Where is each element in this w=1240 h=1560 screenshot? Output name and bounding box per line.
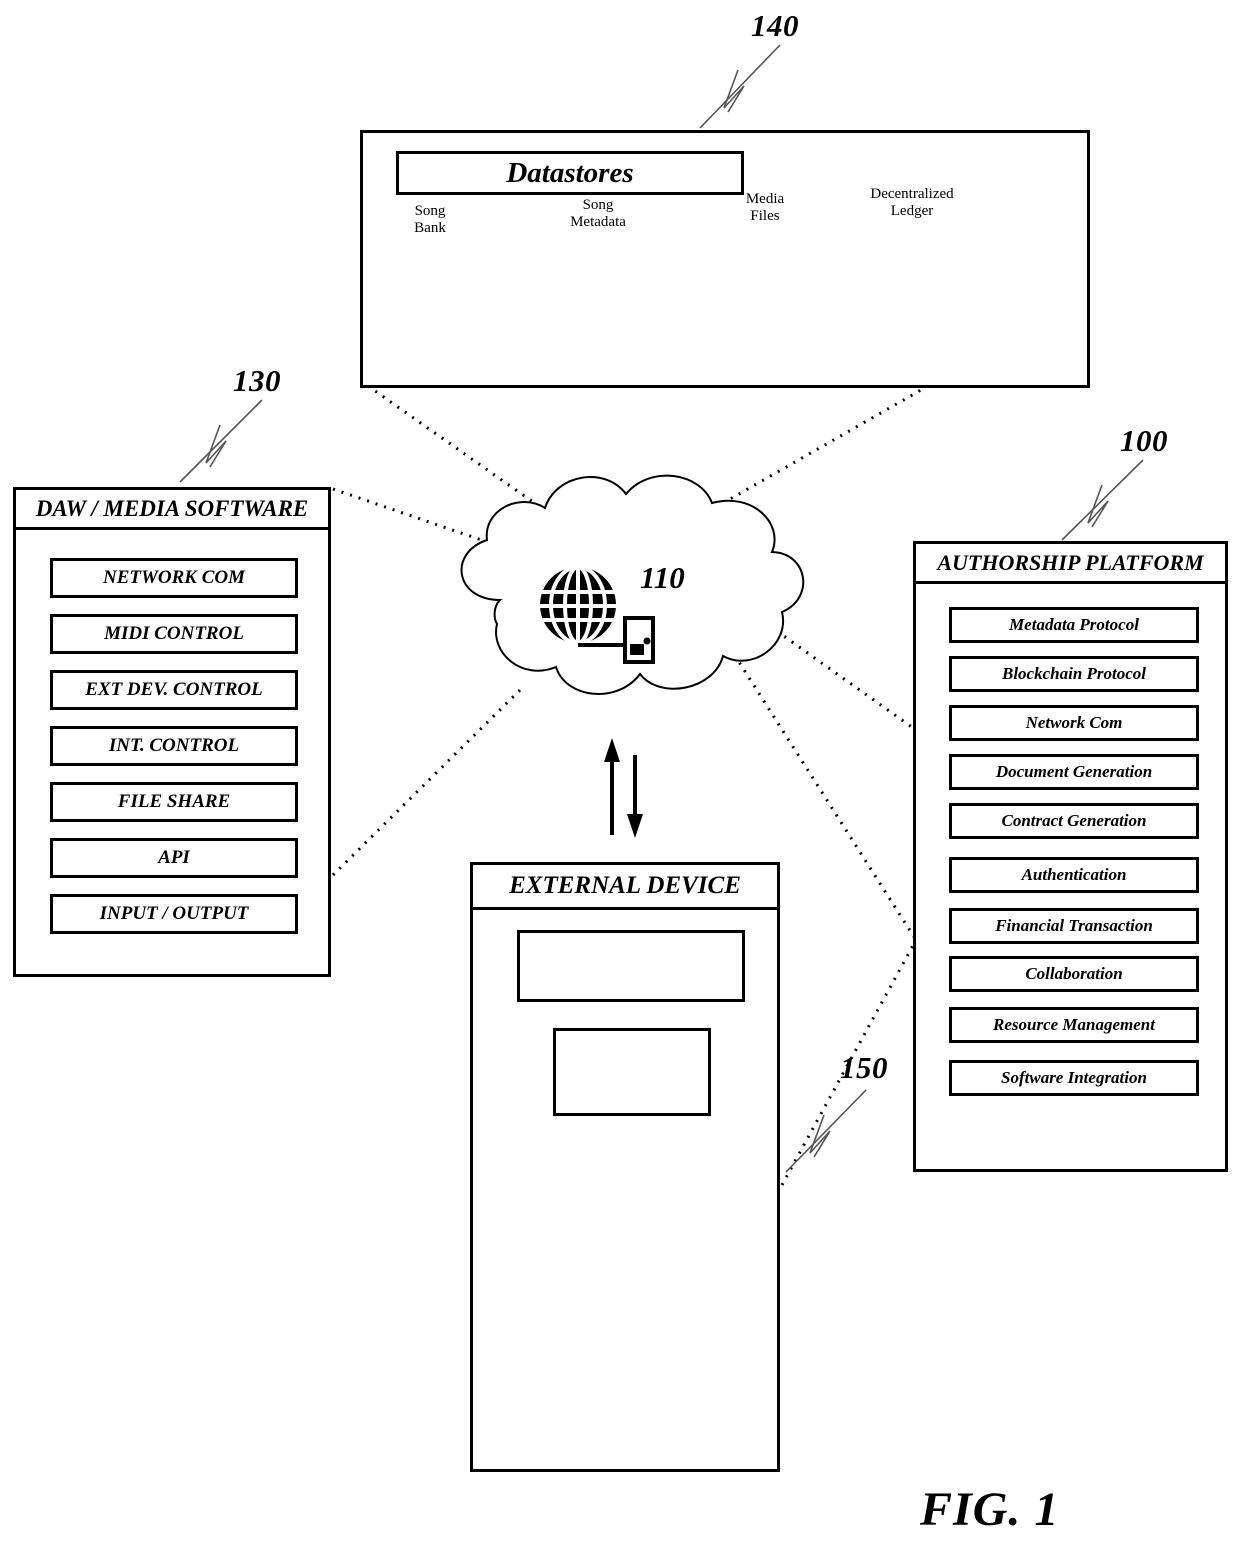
figure-caption: FIG. 1 [920,1483,1060,1536]
reference-numeral-100: 100 [1120,423,1168,458]
patent-figure-1: 140 130 100 150 110 Datastores Song Bank… [0,0,1240,1560]
globe-icon [540,565,616,645]
leader-150 [785,1089,867,1173]
external-device-panel-title: EXTERNAL DEVICE [473,865,777,910]
authorship-item-collaboration[interactable]: Collaboration [949,956,1199,992]
daw-item-ext-dev-control[interactable]: EXT DEV. CONTROL [50,670,298,710]
ds-label-line1: Song [582,197,614,213]
datastore-label-song-metadata: Song Metadata [559,197,637,231]
authorship-item-network-com[interactable]: Network Com [949,705,1199,741]
authorship-item-blockchain-protocol[interactable]: Blockchain Protocol [949,656,1199,692]
ds-label-line2: Ledger [890,203,934,219]
datastore-label-song-bank: Song Bank [400,203,460,237]
daw-item-int-control[interactable]: INT. CONTROL [50,726,298,766]
daw-item-midi-control[interactable]: MIDI CONTROL [50,614,298,654]
authorship-item-financial-transaction[interactable]: Financial Transaction [949,908,1199,944]
authorship-panel-title: AUTHORSHIP PLATFORM [916,544,1225,584]
daw-panel-title: DAW / MEDIA SOFTWARE [16,490,328,530]
connector-cloud-authorship-top [732,598,917,732]
authorship-platform-panel: AUTHORSHIP PLATFORM Metadata Protocol Bl… [913,541,1228,1172]
reference-numeral-130: 130 [233,363,281,398]
ds-label-line1: Song [414,203,446,219]
daw-item-api[interactable]: API [50,838,298,878]
authorship-item-authentication[interactable]: Authentication [949,857,1199,893]
connector-daw-cloud-top [332,487,529,558]
external-device-panel: EXTERNAL DEVICE [470,862,780,1472]
leader-130-bolt [205,424,227,468]
daw-item-file-share[interactable]: FILE SHARE [50,782,298,822]
leader-130 [179,399,263,483]
device-group-camera[interactable] [553,1028,711,1116]
authorship-item-resource-management[interactable]: Resource Management [949,1007,1199,1043]
datastores-panel: Datastores [360,130,1090,388]
leader-100-bolt [1087,484,1109,528]
connector-datastores-cloud-left [367,384,571,530]
datastores-heading: Datastores [396,151,744,195]
authorship-item-contract-generation[interactable]: Contract Generation [949,803,1199,839]
device-group-computers[interactable] [517,930,745,1002]
leader-140 [699,44,781,129]
leader-150-bolt [809,1114,831,1158]
authorship-item-metadata-protocol[interactable]: Metadata Protocol [949,607,1199,643]
reference-numeral-150: 150 [840,1050,888,1085]
reference-numeral-110: 110 [640,560,685,595]
leader-140-bolt [723,69,745,113]
connector-daw-cloud-bottom [331,688,522,877]
reference-numeral-140: 140 [751,8,799,43]
ds-label-line1: Media [745,191,785,207]
bidirectional-arrow [604,738,643,838]
authorship-item-document-generation[interactable]: Document Generation [949,754,1199,790]
connector-datastores-cloud-right [689,384,929,524]
ds-label-line2: Files [750,208,780,224]
authorship-item-software-integration[interactable]: Software Integration [949,1060,1199,1096]
server-node-icon [578,616,655,664]
datastore-label-media-files: Media Files [733,191,797,225]
daw-item-input-output[interactable]: INPUT / OUTPUT [50,894,298,934]
daw-item-network-com[interactable]: NETWORK COM [50,558,298,598]
datastore-label-decentralized-ledger: Decentralized Ledger [851,186,973,220]
ds-label-line1: Decentralized [870,186,954,202]
cloud-shape [460,474,805,695]
ds-label-line2: Bank [414,220,446,236]
ds-label-line2: Metadata [570,214,626,230]
leader-100 [1061,459,1144,541]
daw-media-software-panel: DAW / MEDIA SOFTWARE NETWORK COM MIDI CO… [13,487,331,977]
